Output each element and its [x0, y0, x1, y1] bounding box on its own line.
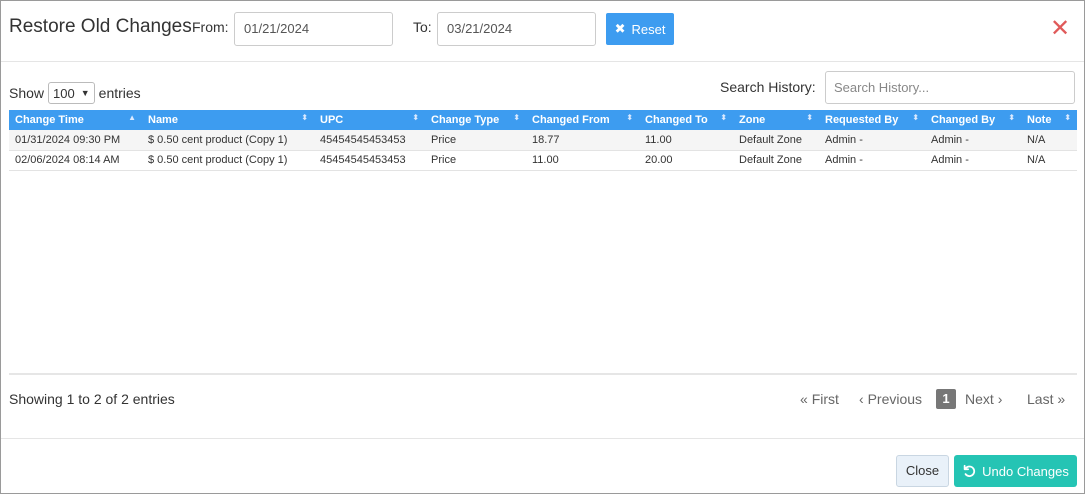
modal-header: Restore Old Changes From: 01/21/2024 To:… [1, 1, 1084, 62]
sort-icon: ⬍ [513, 113, 520, 122]
undo-label: Undo Changes [982, 463, 1069, 479]
pagination-next[interactable]: Next › [965, 389, 1002, 409]
cell-change-type: Price [425, 130, 526, 151]
cell-changed-from: 11.00 [526, 150, 639, 171]
sort-icon: ⬍ [1008, 113, 1015, 122]
sort-icon: ⬍ [412, 113, 419, 122]
column-header-changed-by[interactable]: Changed By ⬍ [925, 110, 1021, 130]
sort-icon: ⬍ [912, 113, 919, 122]
chevron-left-icon: ‹ [859, 391, 864, 407]
column-header-name[interactable]: Name ⬍ [142, 110, 314, 130]
column-header-note[interactable]: Note ⬍ [1021, 110, 1077, 130]
cell-note: N/A [1021, 130, 1077, 151]
column-header-upc[interactable]: UPC ⬍ [314, 110, 425, 130]
close-icon[interactable]: ✕ [1050, 15, 1070, 43]
table-row[interactable]: 02/06/2024 08:14 AM $ 0.50 cent product … [9, 150, 1077, 171]
cell-change-time: 01/31/2024 09:30 PM [9, 130, 142, 151]
column-header-requested-by[interactable]: Requested By ⬍ [819, 110, 925, 130]
entries-label: entries [98, 85, 141, 101]
to-date-input[interactable]: 03/21/2024 [437, 12, 596, 46]
cell-zone: Default Zone [733, 150, 819, 171]
modal-title: Restore Old Changes [9, 16, 192, 37]
sort-icon: ⬍ [301, 113, 308, 122]
cell-upc: 45454545453453 [314, 130, 425, 151]
entries-info: Showing 1 to 2 of 2 entries [9, 391, 175, 407]
pagination-last[interactable]: Last » [1027, 389, 1065, 409]
from-date-input[interactable]: 01/21/2024 [234, 12, 393, 46]
entries-select[interactable]: 100 ▼ [48, 82, 95, 104]
undo-changes-button[interactable]: Undo Changes [954, 455, 1077, 487]
sort-icon: ⬍ [1064, 113, 1071, 122]
cell-requested-by: Admin - [819, 130, 925, 151]
double-chevron-left-icon: « [800, 391, 808, 407]
search-label: Search History: [720, 79, 816, 95]
chevron-down-icon: ▼ [80, 88, 90, 98]
pagination-previous[interactable]: ‹ Previous [859, 389, 922, 409]
pagination-first[interactable]: « First [800, 389, 839, 409]
cell-changed-from: 18.77 [526, 130, 639, 151]
cell-name: $ 0.50 cent product (Copy 1) [142, 150, 314, 171]
undo-icon [963, 464, 976, 477]
history-table: Change Time ▲ Name ⬍ UPC ⬍ Change Type ⬍ Cha… [9, 110, 1077, 171]
cell-name: $ 0.50 cent product (Copy 1) [142, 130, 314, 151]
to-label: To: [413, 19, 432, 35]
reset-label: Reset [631, 21, 666, 37]
reset-button[interactable]: ✖ Reset [606, 13, 674, 45]
close-button[interactable]: Close [896, 455, 949, 487]
cell-changed-to: 20.00 [639, 150, 733, 171]
cell-changed-to: 11.00 [639, 130, 733, 151]
table-divider [9, 373, 1077, 375]
pagination-current-page[interactable]: 1 [936, 389, 956, 409]
show-label: Show [9, 85, 45, 101]
column-header-zone[interactable]: Zone ⬍ [733, 110, 819, 130]
cell-zone: Default Zone [733, 130, 819, 151]
sort-asc-icon: ▲ [128, 113, 136, 122]
chevron-right-icon: › [997, 391, 1003, 407]
search-input[interactable]: Search History... [825, 71, 1075, 104]
cell-changed-by: Admin - [925, 150, 1021, 171]
from-label: From: [192, 19, 229, 35]
restore-changes-modal: Restore Old Changes From: 01/21/2024 To:… [0, 0, 1085, 494]
cell-upc: 45454545453453 [314, 150, 425, 171]
column-header-change-type[interactable]: Change Type ⬍ [425, 110, 526, 130]
x-icon: ✖ [614, 21, 626, 36]
show-entries: Show 100 ▼ entries [9, 82, 141, 104]
cell-change-time: 02/06/2024 08:14 AM [9, 150, 142, 171]
sort-icon: ⬍ [720, 113, 727, 122]
table-row[interactable]: 01/31/2024 09:30 PM $ 0.50 cent product … [9, 130, 1077, 151]
double-chevron-right-icon: » [1057, 391, 1066, 407]
sort-icon: ⬍ [626, 113, 633, 122]
entries-select-value: 100 [53, 85, 75, 101]
cell-changed-by: Admin - [925, 130, 1021, 151]
cell-change-type: Price [425, 150, 526, 171]
column-header-changed-to[interactable]: Changed To ⬍ [639, 110, 733, 130]
sort-icon: ⬍ [806, 113, 813, 122]
cell-note: N/A [1021, 150, 1077, 171]
column-header-changed-from[interactable]: Changed From ⬍ [526, 110, 639, 130]
cell-requested-by: Admin - [819, 150, 925, 171]
footer-divider [1, 438, 1084, 439]
column-header-change-time[interactable]: Change Time ▲ [9, 110, 142, 130]
table-header-row: Change Time ▲ Name ⬍ UPC ⬍ Change Type ⬍ Cha… [9, 110, 1077, 130]
